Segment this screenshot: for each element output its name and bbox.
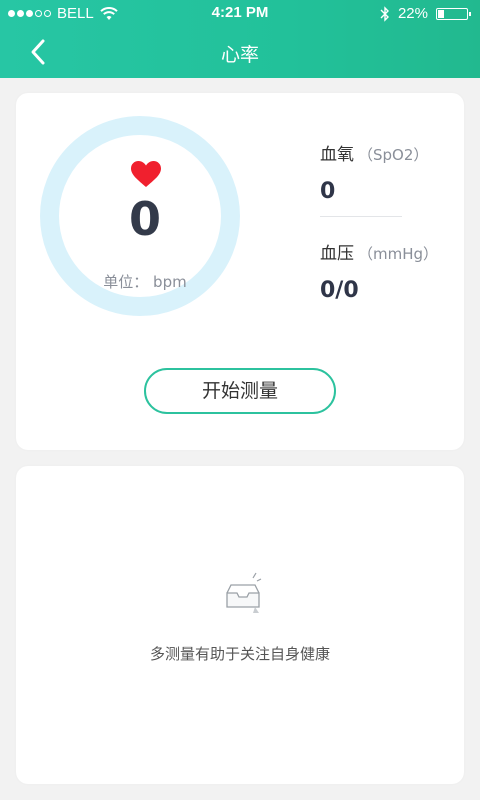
- blood-pressure-value: 0/0: [320, 278, 359, 303]
- status-bar: BELL 4:21 PM 22%: [0, 0, 480, 28]
- spo2-metric: 血氧 （SpO2） 0: [320, 140, 470, 204]
- spo2-title: 血氧: [320, 145, 354, 165]
- battery-percent: 22%: [397, 5, 428, 22]
- spo2-unit: （SpO2）: [358, 146, 429, 164]
- battery-icon: [436, 7, 471, 20]
- bluetooth-icon: [380, 5, 389, 22]
- empty-inbox-icon: [226, 572, 262, 613]
- heart-icon: [131, 161, 161, 187]
- status-right: 22%: [380, 5, 471, 22]
- measure-card: 0 单位： bpm 血氧 （SpO2） 0 血压 （mmHg） 0/0 开始测量: [16, 93, 464, 450]
- spo2-value: 0: [320, 179, 336, 204]
- start-measure-button[interactable]: 开始测量: [144, 368, 336, 414]
- spo2-label: 血氧 （SpO2）: [320, 140, 470, 165]
- heart-rate-value: 0: [128, 192, 161, 246]
- page-title: 心率: [220, 44, 259, 66]
- blood-pressure-label: 血压 （mmHg）: [320, 239, 470, 264]
- history-card: 多测量有助于关注自身健康: [16, 466, 464, 784]
- app-header: BELL 4:21 PM 22% 心率: [0, 0, 480, 78]
- nav-bar: 心率: [0, 28, 480, 76]
- empty-state-message: 多测量有助于关注自身健康: [149, 645, 330, 663]
- blood-pressure-title: 血压: [320, 244, 354, 264]
- metric-divider: [320, 216, 402, 217]
- battery-level: [438, 9, 444, 18]
- blood-pressure-unit: （mmHg）: [358, 245, 439, 263]
- heart-rate-unit: 单位： bpm: [103, 273, 187, 291]
- heart-rate-gauge: 0 单位： bpm: [40, 116, 260, 316]
- blood-pressure-metric: 血压 （mmHg） 0/0: [320, 239, 470, 303]
